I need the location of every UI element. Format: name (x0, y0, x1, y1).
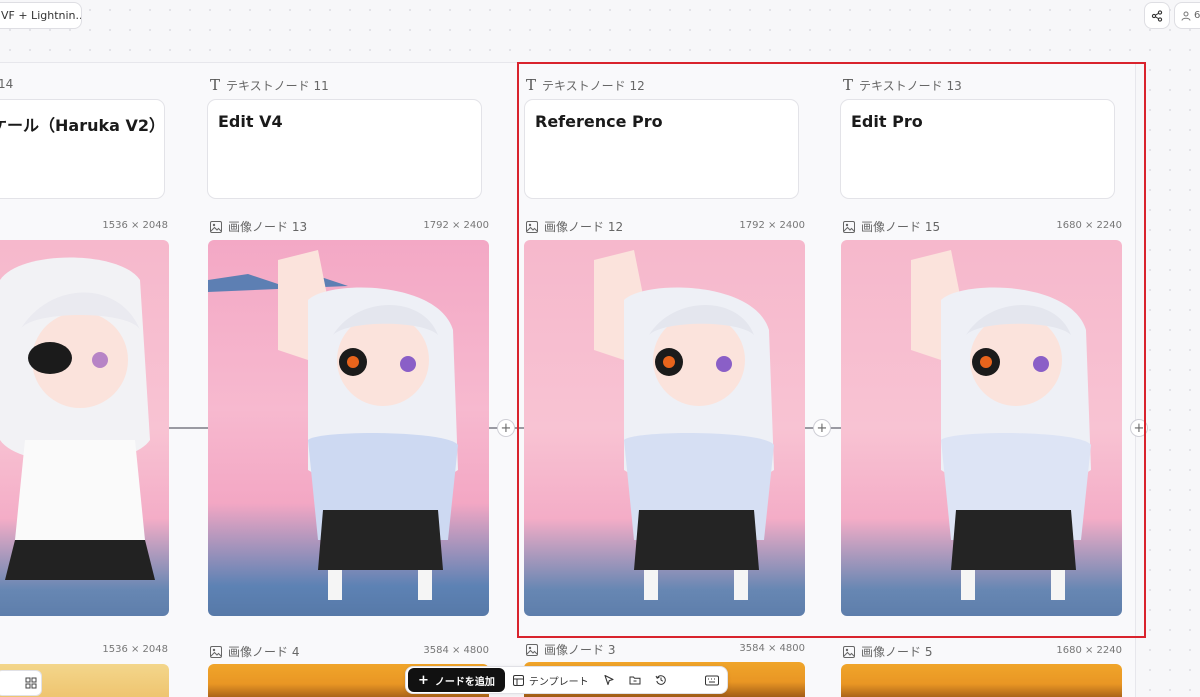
keyboard-shortcuts-button[interactable] (699, 668, 725, 692)
character-illustration (0, 257, 155, 580)
folder-button[interactable] (623, 668, 647, 692)
text-node-icon: T (843, 76, 854, 94)
image-dimensions: 1680 × 2240 (1056, 220, 1122, 231)
image-node-label: 画像ノード 5 (843, 643, 932, 660)
template-icon (512, 674, 524, 686)
text-node-card[interactable]: Edit Pro (840, 99, 1115, 199)
users-icon (1181, 11, 1191, 21)
grid-icon (25, 677, 37, 689)
add-node-label: ノードを追加 (434, 676, 495, 688)
image-node-label: 画像ノード 12 (526, 218, 623, 235)
share-button[interactable] (1144, 2, 1170, 29)
folder-icon (629, 676, 641, 685)
image-node-label: 画像ノード 4 (210, 643, 299, 660)
image-node-preview[interactable] (524, 240, 805, 616)
image-node-preview[interactable] (208, 240, 489, 616)
add-edge-button[interactable]: + (813, 419, 831, 437)
collaborators-pill[interactable]: 6 (1174, 2, 1200, 29)
workflow-tab[interactable]: VF + Lightnin... (0, 2, 82, 29)
image-dimensions: 1536 × 2048 (102, 644, 168, 655)
workflow-tab-label: VF + Lightnin... (1, 9, 82, 22)
plus-icon: + (418, 672, 429, 688)
image-icon (526, 220, 538, 233)
minimap-toggle[interactable] (0, 670, 42, 696)
bottom-toolbar: + ノードを追加 テンプレート (405, 666, 728, 694)
add-edge-button[interactable]: + (1130, 419, 1148, 437)
text-node-content: Edit V4 (218, 112, 283, 131)
cursor-icon (604, 674, 614, 686)
history-icon (655, 675, 666, 685)
text-node-card[interactable]: Reference Pro (524, 99, 799, 199)
plus-icon: + (816, 420, 828, 436)
character-illustration (911, 250, 1091, 600)
image-node-preview[interactable] (841, 240, 1122, 616)
image-dimensions: 1680 × 2240 (1056, 645, 1122, 656)
image-icon (210, 220, 222, 233)
character-illustration (594, 250, 774, 600)
image-node-preview[interactable] (841, 664, 1122, 697)
text-node-label: T テキストノード 13 (843, 76, 962, 94)
image-node-label: 画像ノード 13 (210, 218, 307, 235)
image-dimensions: 1792 × 2400 (739, 220, 805, 231)
plus-icon: + (1133, 420, 1145, 436)
image-icon (843, 645, 855, 658)
text-node-content: ケール（Haruka V2） (0, 116, 165, 135)
text-node-content: Edit Pro (851, 112, 923, 131)
text-node-label: T テキストノード 11 (210, 76, 329, 94)
template-label: テンプレート (528, 676, 589, 688)
image-dimensions: 3584 × 4800 (739, 643, 805, 654)
text-node-card[interactable]: Edit V4 (207, 99, 482, 199)
template-button[interactable]: テンプレート (507, 668, 595, 692)
text-node-label: T テキストノード 12 (526, 76, 645, 94)
image-dimensions: 1536 × 2048 (102, 220, 168, 231)
image-node-label: 画像ノード 15 (843, 218, 940, 235)
text-node-card[interactable]: ケール（Haruka V2） (0, 99, 165, 199)
image-dimensions: 1792 × 2400 (423, 220, 489, 231)
collaborators-count: 6 (1194, 10, 1200, 21)
text-node-content: Reference Pro (535, 112, 663, 131)
character-illustration (208, 250, 458, 600)
share-icon (1151, 9, 1163, 22)
add-node-button[interactable]: + ノードを追加 (408, 668, 505, 692)
keyboard-icon (705, 675, 719, 685)
history-button[interactable] (649, 668, 673, 692)
text-node-icon: T (210, 76, 221, 94)
image-dimensions: 3584 × 4800 (423, 645, 489, 656)
image-icon (526, 643, 538, 656)
select-tool-button[interactable] (597, 668, 621, 692)
text-node-icon: T (526, 76, 537, 94)
plus-icon: + (500, 420, 512, 436)
image-node-label: 画像ノード 3 (526, 641, 615, 658)
image-icon (210, 645, 222, 658)
add-edge-button[interactable]: + (497, 419, 515, 437)
image-icon (843, 220, 855, 233)
edge-connector (168, 427, 208, 429)
image-node-preview[interactable] (0, 240, 169, 616)
text-node-label: 14 (0, 77, 14, 91)
